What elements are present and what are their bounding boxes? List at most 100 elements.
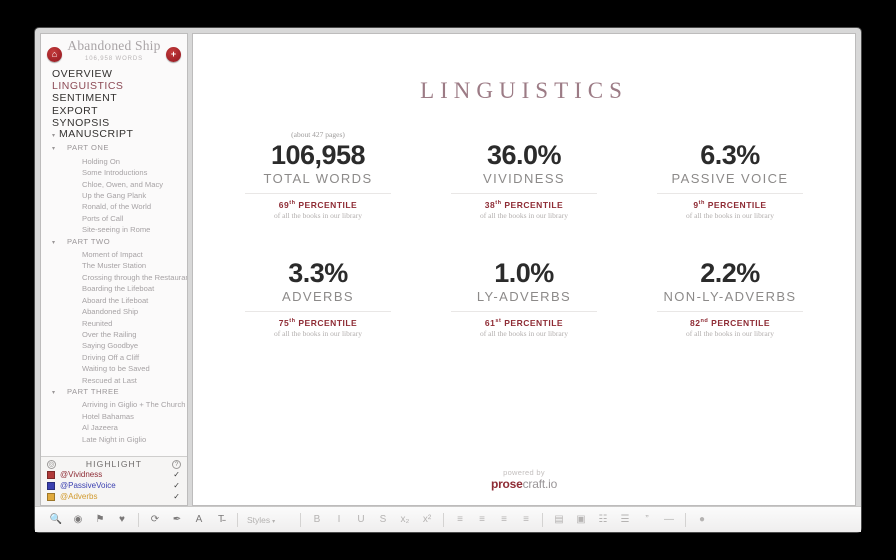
align-right-icon[interactable]: ≡ (493, 514, 515, 525)
tree-section[interactable]: ▾ PART ONE (52, 142, 187, 155)
stat-sublabel: of all the books in our library (480, 329, 568, 338)
target-icon[interactable]: ◎ (47, 459, 56, 469)
stat-card: (about 427 pages) 106,958 TOTAL WORDS 69th … (215, 130, 421, 220)
strikethrough-icon[interactable]: S (372, 514, 394, 525)
subscript-icon[interactable]: x₂ (394, 514, 416, 525)
tree-chapter[interactable]: Reunited (52, 318, 187, 329)
tree-chapter[interactable]: Holding On (52, 156, 187, 167)
tree-chapter[interactable]: Ronald, of the World (52, 201, 187, 212)
highlight-panel: ◎ HIGHLIGHT ? @Vividness ✓ @PassiveVoice ✓ @… (41, 456, 187, 505)
tree-chapter[interactable]: Arriving in Giglio + The Church (52, 399, 187, 410)
percentile-number: 38 (484, 200, 496, 210)
nav-item-synopsis[interactable]: SYNOPSIS (52, 117, 187, 129)
tree-chapter[interactable]: Moment of Impact (52, 249, 187, 260)
tree-chapter[interactable]: The Muster Station (52, 260, 187, 271)
highlight-item[interactable]: @PassiveVoice ✓ (41, 480, 187, 491)
tree-chapter[interactable]: Late Night in Giglio (52, 434, 187, 445)
tree-chapter[interactable]: Chloe, Owen, and Macy (52, 179, 187, 190)
tree-item-label: MANUSCRIPT (59, 129, 134, 141)
indent-icon[interactable]: ▤ (548, 514, 570, 525)
highlight-label: @PassiveVoice (60, 481, 116, 490)
tree-section[interactable]: ▾ PART THREE (52, 386, 187, 399)
check-icon[interactable]: ✓ (173, 492, 180, 501)
highlight-list: @Vividness ✓ @PassiveVoice ✓ @Adverbs ✓ (41, 469, 187, 502)
highlight-item[interactable]: @Vividness ✓ (41, 469, 187, 480)
disclosure-icon[interactable]: ▾ (52, 131, 59, 142)
outdent-icon[interactable]: ▣ (570, 514, 592, 525)
tree-chapter[interactable]: Saying Goodbye (52, 340, 187, 351)
align-justify-icon[interactable]: ≡ (515, 514, 537, 525)
plus-icon[interactable]: + (166, 47, 181, 62)
superscript-icon[interactable]: x² (416, 514, 438, 525)
tree-item-label: Site-seeing in Rome (82, 225, 151, 235)
tree-chapter[interactable]: Rescued at Last (52, 375, 187, 386)
toolbar-separator (300, 512, 301, 527)
stat-percentile: 82nd PERCENTILE (627, 318, 833, 328)
tree-chapter[interactable]: Aboard the Lifeboat (52, 295, 187, 306)
horizontal-rule-icon[interactable]: — (658, 514, 680, 525)
nav-item-export[interactable]: EXPORT (52, 105, 187, 117)
italic-icon[interactable]: I (328, 514, 350, 525)
home-icon[interactable]: ⌂ (47, 47, 62, 62)
bulleted-list-icon[interactable]: ☷ (592, 514, 614, 525)
percentile-word: PERCENTILE (504, 318, 564, 328)
tree-chapter[interactable]: Waiting to be Saved (52, 363, 187, 374)
align-center-icon[interactable]: ≡ (471, 514, 493, 525)
nav-item-overview[interactable]: OVERVIEW (52, 68, 187, 80)
tree-chapter[interactable]: Over the Railing (52, 329, 187, 340)
stat-pages (421, 130, 627, 139)
heart-icon[interactable]: ♥ (111, 514, 133, 525)
tree-chapter[interactable]: Hotel Bahamas (52, 411, 187, 422)
disclosure-icon[interactable]: ▾ (52, 238, 59, 249)
tree-chapter[interactable]: Crossing through the Restaurant (52, 272, 187, 283)
stat-sublabel: of all the books in our library (686, 329, 774, 338)
tree-item-label: Over the Railing (82, 329, 137, 339)
align-left-icon[interactable]: ≡ (449, 514, 471, 525)
stat-card: 36.0% VIVIDNESS 38th PERCENTILE of all the … (421, 130, 627, 220)
help-icon[interactable]: ? (172, 459, 181, 469)
tree-chapter[interactable]: Abandoned Ship (52, 306, 187, 317)
tree-chapter[interactable]: Driving Off a Cliff (52, 352, 187, 363)
toolbar-separator (138, 512, 139, 527)
nav-item-linguistics[interactable]: LINGUISTICS (52, 80, 187, 92)
blockquote-icon[interactable]: ” (636, 514, 658, 525)
tree-chapter[interactable]: Some Introductions (52, 167, 187, 178)
divider (657, 311, 803, 312)
highlight-title: HIGHLIGHT (85, 459, 143, 469)
text-format-icon[interactable]: T̵ (210, 514, 232, 525)
tree-chapter[interactable]: Up the Gang Plank (52, 190, 187, 201)
flag-icon[interactable]: ⚑ (89, 514, 111, 525)
nav-item-sentiment[interactable]: SENTIMENT (52, 92, 187, 104)
tree-section[interactable]: ▾ MANUSCRIPT (52, 129, 187, 142)
color-swatch[interactable] (47, 470, 55, 479)
color-swatch[interactable] (47, 492, 55, 501)
tree-item-label: Waiting to be Saved (82, 364, 150, 374)
chevron-down-icon[interactable]: ▾ (272, 519, 275, 525)
underline-icon[interactable]: U (350, 514, 372, 525)
stat-card: 1.0% LY-ADVERBS 61st PERCENTILE of all the … (421, 248, 627, 338)
comment-icon[interactable]: ● (691, 514, 713, 525)
refresh-icon[interactable]: ⟳ (144, 514, 166, 525)
search-icon[interactable]: 🔍 (45, 514, 67, 525)
pen-icon[interactable]: ✒ (166, 514, 188, 525)
stat-label: ADVERBS (282, 289, 354, 304)
font-color-icon[interactable]: A (188, 514, 210, 525)
tree-chapter[interactable]: Al Jazeera (52, 422, 187, 433)
styles-dropdown[interactable]: Styles ▾ (243, 515, 295, 525)
stat-percentile: 38th PERCENTILE (421, 200, 627, 210)
check-icon[interactable]: ✓ (173, 470, 180, 479)
disclosure-icon[interactable]: ▾ (52, 388, 59, 399)
highlight-item[interactable]: @Adverbs ✓ (41, 491, 187, 502)
eye-icon[interactable]: ◉ (67, 514, 89, 525)
disclosure-icon[interactable]: ▾ (52, 144, 59, 155)
check-icon[interactable]: ✓ (173, 481, 180, 490)
stat-label: VIVIDNESS (483, 171, 565, 186)
divider (245, 193, 391, 194)
bold-icon[interactable]: B (306, 514, 328, 525)
tree-section[interactable]: ▾ PART TWO (52, 236, 187, 249)
numbered-list-icon[interactable]: ☰ (614, 514, 636, 525)
tree-chapter[interactable]: Ports of Call (52, 213, 187, 224)
tree-chapter[interactable]: Boarding the Lifeboat (52, 283, 187, 294)
tree-chapter[interactable]: Site-seeing in Rome (52, 224, 187, 235)
color-swatch[interactable] (47, 481, 55, 490)
